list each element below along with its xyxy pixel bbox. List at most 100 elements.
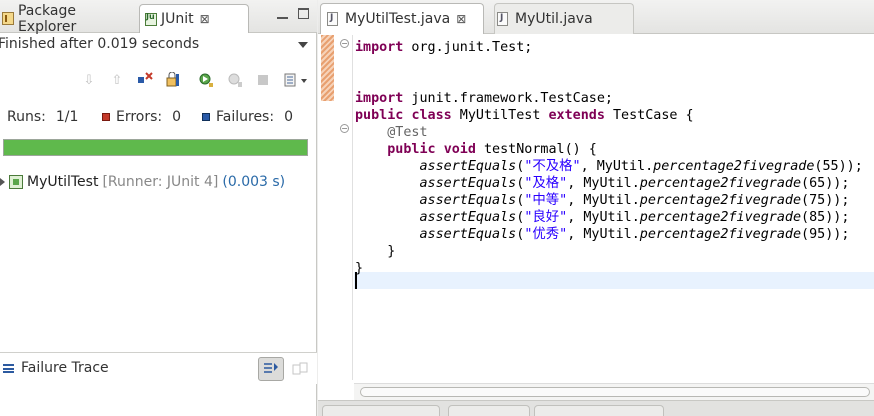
code-token: extends (548, 108, 605, 123)
code-token: (75)); (801, 193, 850, 208)
previous-failure-icon[interactable]: ⇧ (108, 71, 126, 89)
tab-myutiltest-java[interactable]: MyUtilTest.java ⊠ (320, 3, 484, 34)
code-line[interactable]: @Test (355, 124, 428, 141)
fold-collapse-icon[interactable]: − (340, 124, 349, 133)
stack-trace-icon (3, 364, 14, 373)
test-progress-fill (4, 140, 307, 155)
maximize-icon[interactable] (298, 8, 309, 19)
run-status-text: Finished after 0.019 seconds (0, 36, 200, 52)
code-token: percentage2fivegrade (653, 159, 815, 174)
tab-package-explorer-label: Package Explorer (17, 2, 77, 35)
test-counters: Runs: 1/1 Errors: 0 Failures: 0 (0, 108, 317, 128)
code-token: percentage2fivegrade (639, 193, 802, 208)
code-token: MyUtilTest (451, 108, 549, 123)
runs-value: 1/1 (55, 109, 79, 125)
code-line[interactable]: assertEquals("优秀", MyUtil.percentage2fiv… (355, 226, 850, 243)
code-token: } (355, 244, 396, 259)
next-failure-icon[interactable]: ⇩ (80, 71, 98, 89)
bottom-view-tab-bar (318, 400, 874, 416)
code-token: , MyUtil. (567, 227, 640, 242)
code-token: import (355, 91, 404, 106)
code-line[interactable]: import junit.framework.TestCase; (355, 90, 613, 107)
tab-myutil-java[interactable]: MyUtil.java (494, 3, 634, 34)
test-progress-bar (3, 139, 308, 156)
failure-trace-header: Failure Trace (0, 352, 317, 384)
rerun-failed-first-icon[interactable] (226, 71, 244, 89)
code-line[interactable]: } (355, 243, 395, 260)
left-view-tab-bar: Package Explorer JUnit ⊠ (0, 0, 317, 35)
failures-label: Failures: (216, 109, 275, 125)
fold-collapse-icon[interactable]: − (340, 39, 349, 48)
text-caret (355, 272, 357, 289)
horizontal-scrollbar[interactable] (354, 383, 874, 400)
tab-package-explorer[interactable]: Package Explorer (0, 2, 138, 35)
code-line[interactable]: public class MyUtilTest extends TestCase… (355, 107, 694, 124)
errors-counter: Errors: 0 (102, 109, 181, 125)
code-token: junit.framework.TestCase; (403, 91, 613, 106)
compare-results-icon[interactable] (292, 361, 308, 377)
code-token: testNormal() { (475, 142, 597, 157)
test-suite-row[interactable]: MyUtilTest [Runner: JUnit 4] (0.003 s) (0, 174, 285, 190)
code-token: "中等" (524, 193, 568, 208)
java-editor: MyUtilTest.java ⊠ MyUtil.java − − import… (318, 0, 874, 400)
code-line[interactable]: public void testNormal() { (355, 141, 597, 158)
scrollbar-thumb[interactable] (360, 387, 870, 397)
code-token: @Test (355, 125, 428, 140)
code-token: , MyUtil. (567, 210, 640, 225)
scroll-lock-icon[interactable] (164, 71, 182, 89)
minimize-icon[interactable] (277, 8, 288, 19)
code-token: import (355, 40, 404, 55)
expand-arrow-icon[interactable] (0, 178, 5, 186)
bottom-tab[interactable] (322, 405, 440, 416)
code-line[interactable]: import org.junit.Test; (355, 39, 532, 56)
test-time: (0.003 s) (222, 174, 286, 190)
code-token: "及格" (524, 176, 568, 191)
java-file-icon (327, 12, 338, 26)
error-icon (102, 113, 110, 121)
code-line[interactable]: assertEquals("中等", MyUtil.percentage2fiv… (355, 192, 850, 209)
code-token: void (443, 142, 476, 157)
code-token: assertEquals (419, 227, 517, 242)
code-token: percentage2fivegrade (639, 176, 802, 191)
rerun-test-icon[interactable] (197, 71, 215, 89)
code-line[interactable]: assertEquals("不及格", MyUtil.percentage2fi… (355, 158, 863, 175)
filter-stack-trace-button[interactable] (258, 357, 284, 381)
code-token: "不及格" (524, 159, 581, 174)
failure-icon (202, 113, 210, 121)
failure-trace-title: Failure Trace (21, 360, 109, 376)
view-menu-icon[interactable] (298, 42, 308, 48)
code-token: TestCase { (604, 108, 694, 123)
code-token: class (411, 108, 452, 123)
code-token: assertEquals (419, 193, 517, 208)
close-icon[interactable]: ⊠ (456, 12, 466, 26)
tab-junit[interactable]: JUnit ⊠ (139, 4, 249, 33)
stop-icon[interactable] (254, 71, 272, 89)
code-token: (85)); (801, 210, 850, 225)
code-token: percentage2fivegrade (639, 227, 802, 242)
code-token: assertEquals (419, 176, 517, 191)
code-token: public (355, 108, 404, 123)
show-failures-only-icon[interactable] (136, 71, 154, 89)
package-icon (2, 12, 14, 25)
code-area[interactable]: import org.junit.Test; import junit.frame… (354, 35, 874, 380)
junit-toolbar: ⇩ ⇧ (0, 68, 317, 94)
failures-counter: Failures: 0 (202, 109, 293, 125)
close-icon[interactable]: ⊠ (200, 12, 210, 26)
bottom-tab[interactable] (448, 405, 530, 416)
tab-myutil-label: MyUtil.java (515, 11, 593, 27)
code-token: assertEquals (419, 210, 517, 225)
run-status: Finished after 0.019 seconds (0, 34, 317, 56)
gutter-divider (352, 35, 353, 380)
folding-gutter: − − (337, 35, 353, 380)
bottom-tab[interactable] (534, 405, 664, 416)
code-line[interactable]: assertEquals("良好", MyUtil.percentage2fiv… (355, 209, 850, 226)
code-line[interactable]: assertEquals("及格", MyUtil.percentage2fiv… (355, 175, 850, 192)
errors-label: Errors: (116, 109, 163, 125)
runs-counter: Runs: 1/1 (7, 109, 78, 125)
test-run-history-icon[interactable] (282, 71, 310, 89)
code-token: (95)); (801, 227, 850, 242)
